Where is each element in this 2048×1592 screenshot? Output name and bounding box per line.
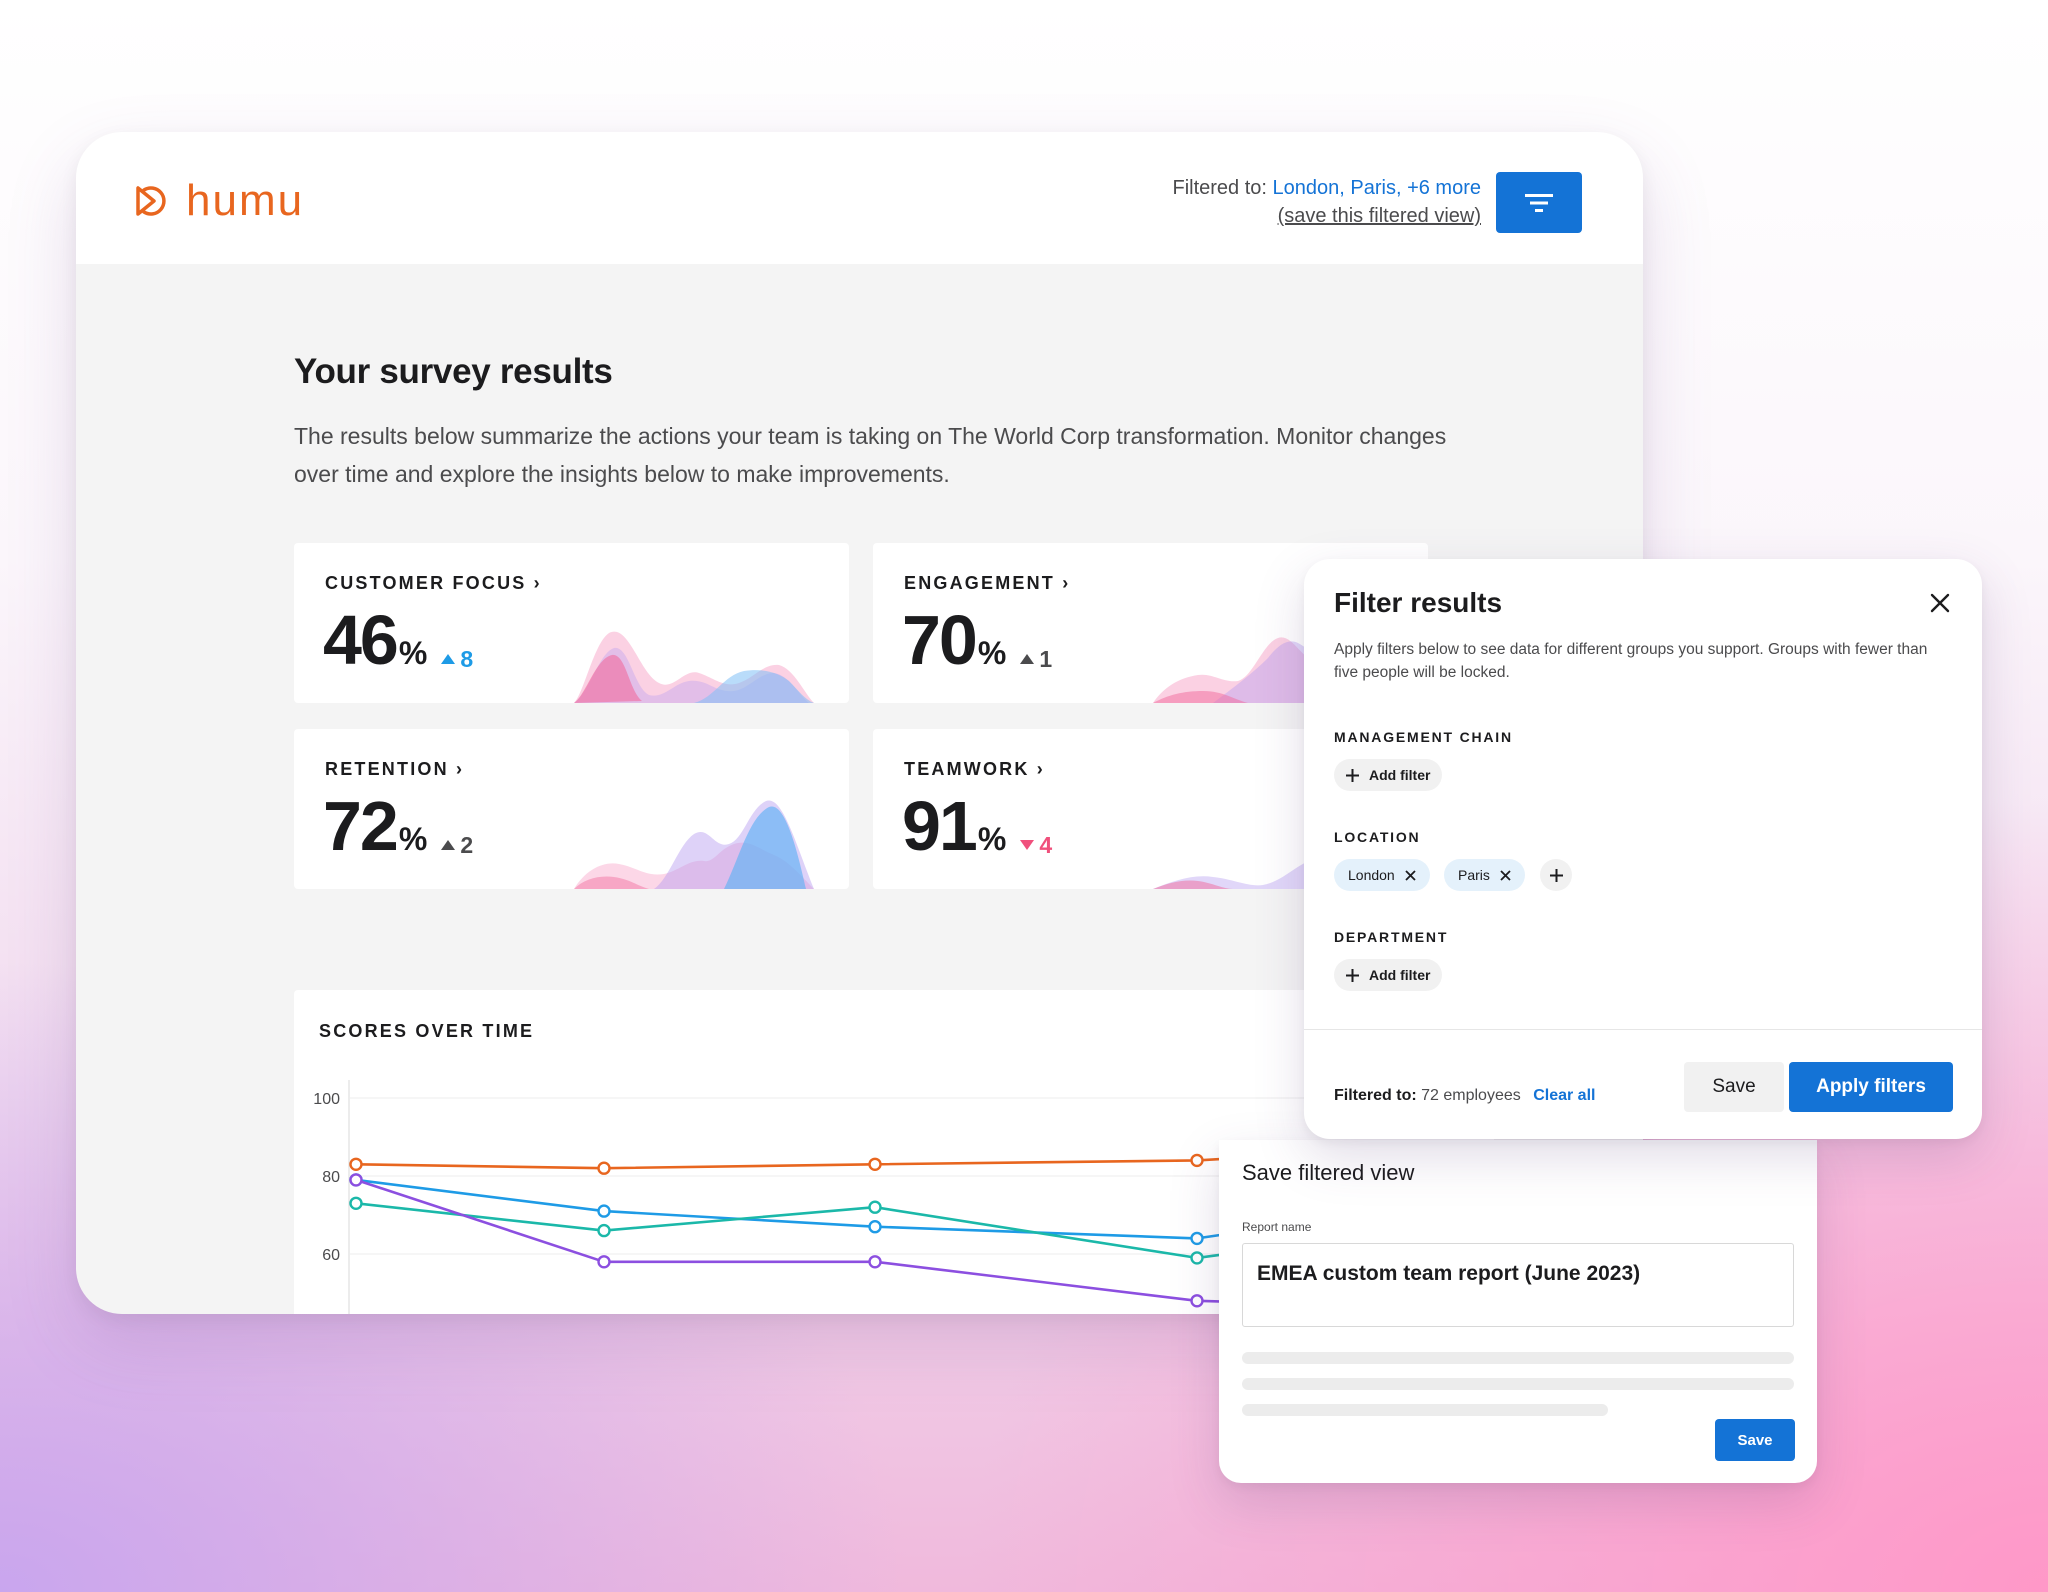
- survey-content: Your survey results The results below su…: [294, 352, 1446, 493]
- add-management-filter-button[interactable]: Add filter: [1334, 759, 1443, 791]
- data-point: [597, 1255, 611, 1269]
- metric-delta: 8: [441, 646, 473, 673]
- data-point: [349, 1157, 363, 1172]
- sparkwave-chart: [574, 800, 814, 889]
- add-location-button[interactable]: [1540, 859, 1572, 891]
- metric-card-retention[interactable]: RETENTION › 72 % 2: [294, 729, 849, 889]
- data-point: [349, 1196, 363, 1211]
- panel-description: Apply filters below to see data for diff…: [1334, 641, 1928, 681]
- chip-label: Paris: [1458, 867, 1490, 883]
- page-title: Your survey results: [294, 352, 613, 391]
- location-chip-paris[interactable]: Paris: [1444, 859, 1525, 891]
- section-label-management-chain: MANAGEMENT CHAIN: [1334, 729, 1513, 745]
- metric-unit: %: [398, 635, 428, 671]
- close-icon[interactable]: [1926, 589, 1954, 617]
- data-point: [868, 1200, 882, 1214]
- data-point: [1190, 1294, 1204, 1308]
- skeleton-line: [1242, 1352, 1794, 1364]
- section-label-department: DEPARTMENT: [1334, 929, 1449, 945]
- plus-icon: [1346, 968, 1359, 982]
- metric-delta: 2: [441, 832, 473, 859]
- metric-value: 72: [323, 787, 399, 865]
- data-point: [597, 1204, 611, 1218]
- brand-wordmark: humu: [186, 176, 305, 225]
- chip-label: Add filter: [1369, 767, 1431, 783]
- metric-label[interactable]: ENGAGEMENT ›: [904, 573, 1070, 594]
- remove-chip-icon[interactable]: [1500, 869, 1511, 881]
- filter-icon: [1525, 193, 1553, 212]
- metric-unit: %: [398, 821, 428, 857]
- section-label-location: LOCATION: [1334, 829, 1421, 845]
- dialog-title: Save filtered view: [1242, 1160, 1415, 1185]
- filter-results-panel: Filter results Apply filters below to se…: [1304, 559, 1982, 1139]
- plus-icon: [1346, 768, 1359, 782]
- data-point: [597, 1161, 611, 1175]
- open-filters-button[interactable]: [1496, 172, 1582, 233]
- data-point: [1190, 1231, 1204, 1246]
- data-point: [1190, 1153, 1204, 1168]
- app-header: humu Filtered to: London, Paris, +6 more…: [76, 132, 1643, 264]
- save-view-button[interactable]: Save: [1715, 1419, 1795, 1461]
- y-tick-label: 80: [322, 1169, 340, 1186]
- filter-summary: Filtered to: London, Paris, +6 more (sav…: [1172, 174, 1481, 230]
- metric-value: 70: [902, 601, 978, 679]
- filtered-count-value: 72 employees: [1421, 1087, 1521, 1104]
- y-tick-label: 100: [313, 1091, 340, 1108]
- trend-up-icon: [441, 654, 456, 664]
- metric-value: 46: [323, 601, 399, 679]
- trend-up-icon: [1020, 654, 1035, 664]
- filtered-prefix: Filtered to:: [1172, 177, 1267, 199]
- plus-icon: [1549, 868, 1563, 882]
- metric-delta: 4: [1020, 832, 1052, 859]
- humu-logo[interactable]: humu: [130, 176, 304, 226]
- metric-label[interactable]: CUSTOMER FOCUS ›: [325, 573, 542, 594]
- save-filtered-view-dialog: Save filtered view Report name EMEA cust…: [1219, 1140, 1817, 1483]
- add-department-filter-button[interactable]: Add filter: [1334, 959, 1443, 991]
- filtered-values-link[interactable]: London, Paris, +6 more: [1273, 177, 1481, 199]
- chip-label: Add filter: [1369, 967, 1431, 983]
- filtered-count-prefix: Filtered to:: [1334, 1087, 1417, 1104]
- data-point: [597, 1223, 611, 1238]
- metric-value-row: 91 % 4: [902, 787, 1052, 865]
- save-filters-button[interactable]: Save: [1684, 1062, 1784, 1112]
- y-tick-label: 60: [322, 1247, 340, 1264]
- skeleton-line: [1242, 1378, 1794, 1390]
- metric-label[interactable]: RETENTION ›: [325, 759, 464, 780]
- metric-value-row: 72 % 2: [323, 787, 473, 865]
- divider: [1304, 1029, 1982, 1030]
- page-description: The results below summarize the actions …: [294, 423, 1447, 487]
- data-point: [1190, 1251, 1204, 1265]
- metric-delta-value: 1: [1039, 645, 1053, 672]
- report-name-input[interactable]: EMEA custom team report (June 2023): [1242, 1243, 1794, 1327]
- location-chip-london[interactable]: London: [1334, 859, 1430, 891]
- metric-delta-value: 8: [460, 645, 474, 672]
- remove-chip-icon[interactable]: [1405, 869, 1416, 881]
- metric-value-row: 46 % 8: [323, 601, 473, 679]
- metric-unit: %: [977, 821, 1007, 857]
- apply-filters-button[interactable]: Apply filters: [1789, 1062, 1953, 1112]
- data-point: [868, 1219, 882, 1234]
- trend-down-icon: [1020, 840, 1035, 850]
- metric-label[interactable]: TEAMWORK ›: [904, 759, 1045, 780]
- sparkwave-chart: [574, 631, 814, 703]
- skeleton-line: [1242, 1404, 1608, 1416]
- panel-title: Filter results: [1334, 587, 1503, 618]
- metric-value: 91: [902, 787, 978, 865]
- metric-delta-value: 2: [460, 831, 474, 858]
- chip-label: London: [1348, 867, 1395, 883]
- metric-value-row: 70 % 1: [902, 601, 1052, 679]
- metric-delta-value: 4: [1039, 831, 1053, 858]
- filtered-count: Filtered to: 72 employees Clear all: [1334, 1087, 1595, 1105]
- humu-logo-icon: [136, 186, 166, 216]
- report-name-label: Report name: [1242, 1220, 1312, 1234]
- clear-all-link[interactable]: Clear all: [1533, 1087, 1595, 1104]
- data-point: [868, 1157, 882, 1172]
- metric-delta: 1: [1020, 646, 1052, 673]
- data-point: [349, 1173, 363, 1187]
- save-filtered-view-link[interactable]: (save this filtered view): [1172, 202, 1481, 230]
- metric-card-customer-focus[interactable]: CUSTOMER FOCUS › 46 % 8: [294, 543, 849, 703]
- trend-up-icon: [441, 840, 456, 850]
- metric-unit: %: [977, 635, 1007, 671]
- data-point: [868, 1255, 882, 1269]
